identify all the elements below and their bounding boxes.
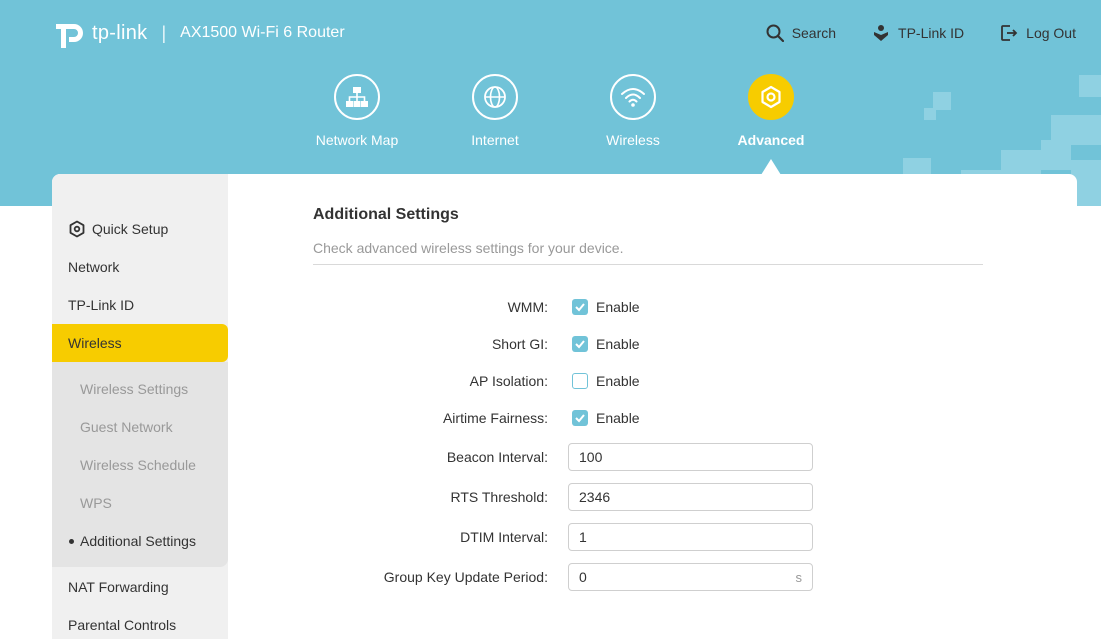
sidebar-item-label: Wireless bbox=[68, 335, 122, 351]
nav-network-map[interactable]: Network Map bbox=[297, 74, 417, 148]
network-map-icon bbox=[346, 87, 368, 107]
page-title: Additional Settings bbox=[313, 206, 459, 223]
dtim-interval-value: 1 bbox=[579, 529, 587, 545]
nav-icon-circle bbox=[748, 74, 794, 120]
group-key-label: Group Key Update Period: bbox=[383, 569, 548, 585]
globe-icon bbox=[484, 86, 506, 108]
wmm-label: WMM: bbox=[507, 299, 548, 315]
tplink-id-button[interactable]: TP-Link ID bbox=[872, 24, 964, 42]
dtim-interval-label: DTIM Interval: bbox=[460, 529, 548, 545]
airtime-fairness-checkbox[interactable] bbox=[572, 410, 588, 426]
page-description: Check advanced wireless settings for you… bbox=[313, 240, 624, 256]
search-icon bbox=[766, 24, 784, 42]
main-card: Quick Setup Network TP-Link ID Wireless … bbox=[52, 174, 1077, 639]
dtim-interval-input[interactable]: 1 bbox=[568, 523, 813, 551]
sidebar-subitem-wireless-settings[interactable]: Wireless Settings bbox=[52, 370, 228, 408]
beacon-interval-row: Beacon Interval: 100 bbox=[313, 442, 983, 472]
divider bbox=[313, 264, 983, 265]
beacon-interval-label: Beacon Interval: bbox=[446, 449, 548, 465]
sidebar-item-tplink-id[interactable]: TP-Link ID bbox=[52, 286, 228, 324]
dtim-interval-row: DTIM Interval: 1 bbox=[313, 522, 983, 552]
group-key-input[interactable]: 0 s bbox=[568, 563, 813, 591]
sidebar-item-label: NAT Forwarding bbox=[68, 579, 169, 595]
nav-label: Network Map bbox=[315, 132, 399, 148]
checkmark-icon bbox=[575, 340, 585, 349]
wifi-icon bbox=[621, 88, 645, 107]
main-nav: Network Map Internet Wireless Advanced bbox=[0, 74, 1101, 184]
sidebar-item-label: Parental Controls bbox=[68, 617, 177, 633]
nav-label: Advanced bbox=[737, 132, 805, 148]
rts-threshold-input[interactable]: 2346 bbox=[568, 483, 813, 511]
sidebar-subitem-label: Wireless Settings bbox=[80, 381, 189, 397]
ap-isolation-row: AP Isolation: Enable bbox=[313, 366, 983, 396]
ap-isolation-checkbox[interactable] bbox=[572, 373, 588, 389]
checkmark-icon bbox=[575, 414, 585, 423]
logout-button[interactable]: Log Out bbox=[1000, 24, 1076, 42]
sidebar-item-wireless[interactable]: Wireless bbox=[52, 324, 228, 362]
search-label: Search bbox=[791, 25, 837, 41]
sidebar-subitem-label: Wireless Schedule bbox=[80, 457, 196, 473]
logout-label: Log Out bbox=[1026, 25, 1076, 41]
sidebar-item-network[interactable]: Network bbox=[52, 248, 228, 286]
group-key-unit: s bbox=[795, 569, 803, 585]
airtime-fairness-enable-label[interactable]: Enable bbox=[596, 410, 640, 426]
rts-threshold-row: RTS Threshold: 2346 bbox=[313, 482, 983, 512]
brand-logo: tp-link | AX1500 Wi-Fi 6 Router bbox=[52, 16, 345, 50]
gear-icon bbox=[761, 85, 781, 109]
header-actions: Search TP-Link ID Log Out bbox=[730, 24, 1076, 42]
beacon-interval-value: 100 bbox=[579, 449, 603, 465]
tplink-logo-icon bbox=[56, 24, 83, 48]
ap-isolation-enable-label[interactable]: Enable bbox=[596, 373, 640, 389]
nav-advanced[interactable]: Advanced bbox=[711, 74, 831, 148]
active-nav-pointer bbox=[761, 159, 781, 175]
sidebar-item-quick-setup[interactable]: Quick Setup bbox=[52, 210, 228, 248]
search-button[interactable]: Search bbox=[766, 24, 836, 42]
sidebar-item-label: TP-Link ID bbox=[68, 297, 135, 313]
sidebar-item-label: Network bbox=[68, 259, 120, 275]
sidebar-item-label: Quick Setup bbox=[92, 221, 169, 237]
product-name: AX1500 Wi-Fi 6 Router bbox=[180, 24, 345, 41]
tplink-id-label: TP-Link ID bbox=[898, 25, 965, 41]
sidebar-item-parental-controls[interactable]: Parental Controls bbox=[52, 606, 228, 639]
sidebar-subitem-label: Guest Network bbox=[80, 419, 173, 435]
sidebar: Quick Setup Network TP-Link ID Wireless … bbox=[52, 174, 228, 639]
nav-icon-circle bbox=[334, 74, 380, 120]
nav-icon-circle bbox=[610, 74, 656, 120]
header-separator: | bbox=[161, 22, 167, 43]
nav-wireless[interactable]: Wireless bbox=[573, 74, 693, 148]
checkmark-icon bbox=[575, 303, 585, 312]
sidebar-subitem-label: WPS bbox=[80, 495, 112, 511]
group-key-value: 0 bbox=[579, 569, 587, 585]
sidebar-subitem-additional-settings[interactable]: Additional Settings bbox=[52, 522, 228, 560]
tplink-id-icon bbox=[874, 25, 889, 41]
airtime-fairness-label: Airtime Fairness: bbox=[442, 410, 548, 426]
current-bullet bbox=[69, 538, 74, 544]
sidebar-submenu: Wireless Settings Guest Network Wireless… bbox=[52, 362, 228, 567]
group-key-row: Group Key Update Period: 0 s bbox=[313, 562, 983, 592]
rts-threshold-label: RTS Threshold: bbox=[450, 489, 548, 505]
short-gi-row: Short GI: Enable bbox=[313, 329, 983, 359]
logout-icon bbox=[1001, 25, 1018, 41]
nav-internet[interactable]: Internet bbox=[435, 74, 555, 148]
sidebar-item-nat-forwarding[interactable]: NAT Forwarding bbox=[52, 568, 228, 606]
nav-label: Wireless bbox=[606, 132, 660, 148]
short-gi-checkbox[interactable] bbox=[572, 336, 588, 352]
wmm-enable-label[interactable]: Enable bbox=[596, 299, 640, 315]
sidebar-subitem-wireless-schedule[interactable]: Wireless Schedule bbox=[52, 446, 228, 484]
short-gi-label: Short GI: bbox=[491, 336, 548, 352]
short-gi-enable-label[interactable]: Enable bbox=[596, 336, 640, 352]
ap-isolation-label: AP Isolation: bbox=[469, 373, 548, 389]
beacon-interval-input[interactable]: 100 bbox=[568, 443, 813, 471]
sidebar-subitem-label: Additional Settings bbox=[80, 533, 196, 549]
wmm-row: WMM: Enable bbox=[313, 292, 983, 322]
rts-threshold-value: 2346 bbox=[579, 489, 611, 505]
airtime-fairness-row: Airtime Fairness: Enable bbox=[313, 403, 983, 433]
nav-label: Internet bbox=[471, 132, 519, 148]
sidebar-subitem-guest-network[interactable]: Guest Network bbox=[52, 408, 228, 446]
brand-name: tp-link bbox=[92, 21, 148, 44]
sidebar-subitem-wps[interactable]: WPS bbox=[52, 484, 228, 522]
nav-icon-circle bbox=[472, 74, 518, 120]
wmm-checkbox[interactable] bbox=[572, 299, 588, 315]
gear-icon bbox=[69, 220, 85, 238]
